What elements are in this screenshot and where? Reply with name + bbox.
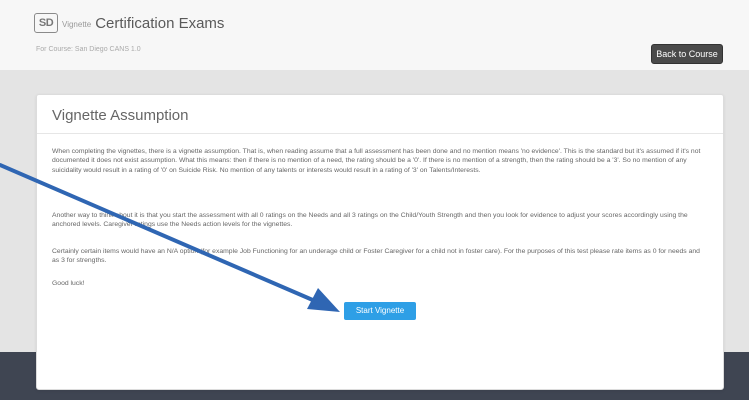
paragraph-4: Good luck!	[52, 280, 85, 287]
card-title: Vignette Assumption	[52, 107, 189, 124]
paragraph-3: Certainly certain items would have an N/…	[52, 248, 700, 265]
page-title: Certification Exams	[95, 14, 225, 32]
card-divider	[37, 133, 723, 134]
back-to-course-button[interactable]: Back to Course	[651, 44, 723, 64]
app-header: SD Vignette Certification Exams For Cour…	[0, 0, 749, 78]
paragraph-1: When completing the vignettes, there is …	[52, 148, 701, 174]
paragraph-2: Another way to think about it is that yo…	[52, 212, 688, 229]
logo-subtext: Vignette	[62, 19, 92, 29]
course-name: For Course: San Diego CANS 1.0	[36, 46, 141, 53]
logo-icon: SD	[34, 13, 58, 33]
start-vignette-button[interactable]: Start Vignette	[344, 302, 416, 320]
brand: SD Vignette Certification Exams	[34, 13, 224, 33]
assumption-card: Vignette Assumption When completing the …	[36, 94, 724, 390]
